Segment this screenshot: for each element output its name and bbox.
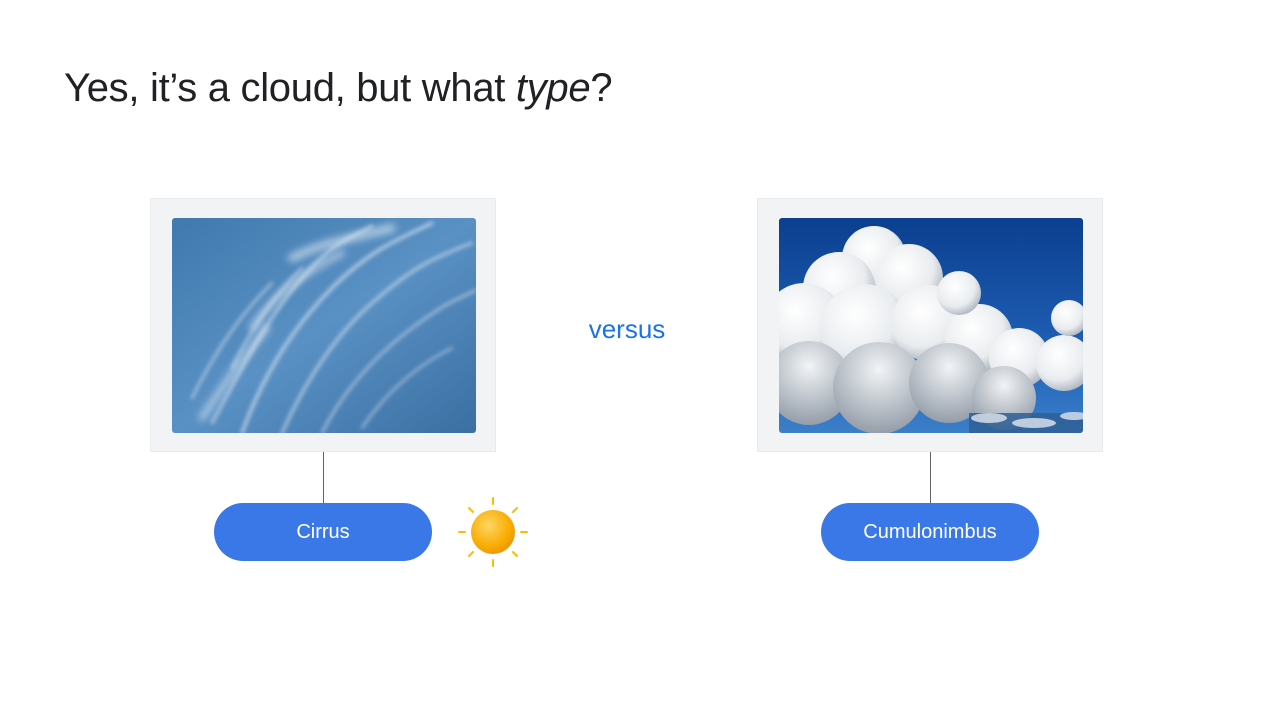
cumulonimbus-image-frame	[757, 198, 1103, 452]
cirrus-connector-line	[323, 452, 324, 504]
title-emphasis: type	[515, 66, 591, 110]
title-prefix: Yes, it’s a cloud, but what	[64, 66, 516, 110]
sun-icon	[456, 495, 530, 569]
versus-text: versus	[588, 314, 666, 344]
cumulonimbus-cloud-photo	[779, 218, 1083, 433]
cumulonimbus-connector-line	[930, 452, 931, 504]
title-suffix: ?	[590, 66, 613, 110]
slide-title: Yes, it’s a cloud, but what type?	[64, 66, 613, 111]
cirrus-image-frame	[150, 198, 496, 452]
cirrus-cloud-photo	[172, 218, 476, 433]
cirrus-label-button[interactable]: Cirrus	[214, 503, 432, 561]
cumulonimbus-label-button[interactable]: Cumulonimbus	[821, 503, 1039, 561]
